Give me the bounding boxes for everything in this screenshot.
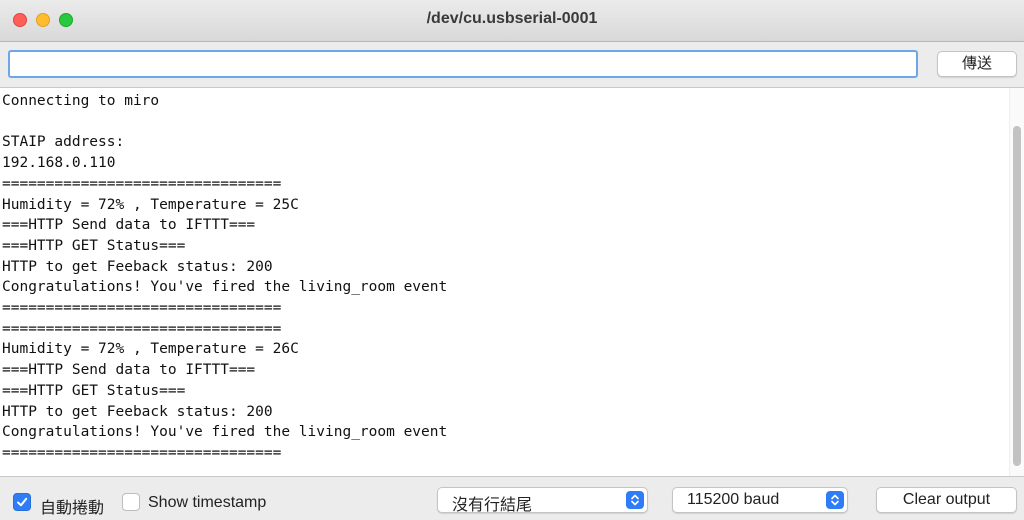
console-line: Congratulations! You've fired the living… — [2, 279, 448, 296]
console-line: Congratulations! You've fired the living… — [2, 424, 448, 441]
console-line: HTTP to get Feeback status: 200 — [2, 403, 273, 420]
console-line: STAIP address: — [2, 134, 125, 151]
serial-command-input[interactable] — [8, 50, 918, 78]
console-line: ===HTTP GET Status=== — [2, 237, 186, 254]
line-ending-select[interactable]: 沒有行結尾 — [437, 487, 648, 514]
window-title: /dev/cu.usbserial-0001 — [426, 10, 598, 27]
serial-output-text: Connecting to miro STAIP address: 192.168… — [0, 88, 1024, 464]
title-bar: /dev/cu.usbserial-0001 — [0, 0, 1024, 42]
checkmark-icon — [17, 497, 28, 507]
baud-rate-select[interactable]: 115200 baud — [672, 487, 848, 513]
console-line: HTTP to get Feeback status: 200 — [2, 258, 273, 275]
updown-chevron-icon — [826, 491, 844, 509]
line-ending-value: 沒有行結尾 — [452, 497, 533, 514]
console-line: ===HTTP GET Status=== — [2, 382, 186, 399]
console-line: ================================ — [2, 300, 282, 317]
console-line: 192.168.0.110 — [2, 155, 116, 172]
console-line: Humidity = 72% , Temperature = 25C — [2, 196, 299, 213]
console-line: ================================ — [2, 444, 282, 461]
show-timestamp-checkbox[interactable] — [122, 493, 140, 511]
clear-output-button[interactable]: Clear output — [876, 487, 1017, 513]
console-line: Connecting to miro — [2, 93, 160, 109]
autoscroll-checkbox[interactable] — [13, 493, 31, 511]
autoscroll-label: 自動捲動 — [40, 500, 105, 517]
console-line: ================================ — [2, 320, 282, 337]
console-line: ===HTTP Send data to IFTTT=== — [2, 217, 256, 234]
console-scrollbar[interactable] — [1009, 88, 1024, 476]
console-scrollbar-thumb[interactable] — [1013, 126, 1021, 466]
console-line: ===HTTP Send data to IFTTT=== — [2, 362, 256, 379]
show-timestamp-label: Show timestamp — [148, 494, 267, 511]
baud-rate-value: 115200 baud — [687, 491, 780, 508]
serial-output-console[interactable]: Connecting to miro STAIP address: 192.168… — [0, 88, 1024, 476]
console-line: Humidity = 72% , Temperature = 26C — [2, 341, 299, 358]
input-bar: 傳送 — [0, 42, 1024, 88]
console-line: ================================ — [2, 175, 282, 192]
bottom-toolbar: 自動捲動 Show timestamp 沒有行結尾 115200 baud Cl… — [0, 476, 1024, 520]
updown-chevron-icon — [626, 491, 644, 509]
send-button[interactable]: 傳送 — [937, 51, 1017, 77]
